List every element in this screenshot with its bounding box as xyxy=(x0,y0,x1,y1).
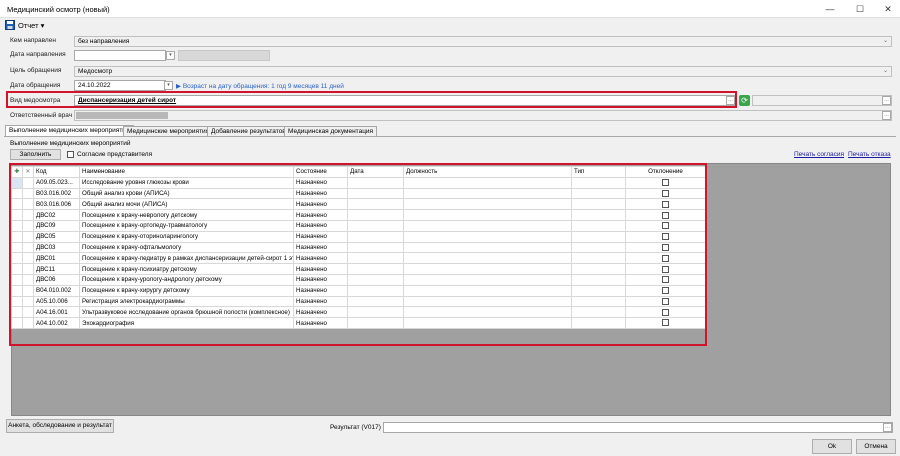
doctor-label: Ответственный врач xyxy=(10,112,73,119)
doctor-more-button[interactable]: … xyxy=(882,111,891,120)
report-menu[interactable]: Отчет ▾ xyxy=(18,21,44,30)
section-title: Выполнение медицинских мероприятий xyxy=(10,140,131,147)
window-title: Медицинский осмотр (новый) xyxy=(7,5,110,14)
extra-more-button[interactable]: … xyxy=(882,96,891,105)
tab-medical-events[interactable]: Медицинские мероприятия xyxy=(123,126,214,136)
doctor-redacted xyxy=(76,112,168,119)
tab-medical-docs[interactable]: Медицинская документация xyxy=(284,126,378,136)
table-highlight xyxy=(9,163,707,346)
visit-date-label: Дата обращения xyxy=(10,82,61,89)
minimize-button[interactable]: — xyxy=(816,0,844,18)
tab-execution[interactable]: Выполнение медицинских мероприятий xyxy=(5,125,134,136)
referred-by-value: без направления xyxy=(78,38,130,45)
visit-date-input[interactable]: 24.10.2022 xyxy=(74,80,166,91)
referral-action-button[interactable] xyxy=(178,50,270,61)
print-refusal-link[interactable]: Печать отказа xyxy=(848,151,891,158)
maximize-button[interactable]: ☐ xyxy=(846,0,874,18)
exam-type-label: Вид медосмотра xyxy=(10,97,61,104)
chevron-down-icon[interactable]: ⌄ xyxy=(881,37,890,46)
consent-checkbox[interactable] xyxy=(67,151,74,158)
referral-date-label: Дата направления xyxy=(10,51,66,58)
exam-type-extra-field xyxy=(752,95,892,106)
referral-date-input[interactable] xyxy=(74,50,166,61)
result-input[interactable] xyxy=(383,422,893,433)
chevron-down-icon[interactable]: ⌄ xyxy=(881,67,890,76)
purpose-label: Цель обращения xyxy=(10,67,62,74)
print-consent-link[interactable]: Печать согласия xyxy=(794,151,844,158)
result-label: Результат (V017) xyxy=(330,424,381,431)
more-button[interactable]: … xyxy=(726,96,735,105)
calendar-dropdown-icon[interactable]: ▾ xyxy=(164,81,173,90)
save-icon[interactable] xyxy=(5,20,15,30)
menu-bar: Отчет ▾ xyxy=(0,18,900,32)
title-bar: Медицинский осмотр (новый) — ☐ ✕ xyxy=(0,0,900,18)
tab-underline xyxy=(4,136,896,137)
result-more-button[interactable]: … xyxy=(883,423,892,432)
purpose-select[interactable]: Медосмотр xyxy=(74,66,892,77)
calendar-dropdown-icon[interactable]: ▾ xyxy=(166,51,175,60)
refresh-icon[interactable]: ⟳ xyxy=(739,95,750,106)
consent-label: Согласие представителя xyxy=(77,151,153,158)
doctor-input[interactable] xyxy=(74,110,892,121)
referred-by-select[interactable]: без направления xyxy=(74,36,892,47)
age-text: ▶ Возраст на дату обращения: 1 год 9 мес… xyxy=(176,83,344,90)
tab-add-results[interactable]: Добавление результатов xyxy=(207,126,290,136)
exam-type-input[interactable]: Диспансеризация детей сирот xyxy=(74,95,735,106)
fill-button[interactable]: Заполнить xyxy=(10,149,61,160)
close-button[interactable]: ✕ xyxy=(874,0,900,18)
cancel-button[interactable]: Отмена xyxy=(856,439,896,454)
survey-button[interactable]: Анкета, обследование и результат xyxy=(6,419,114,433)
ok-button[interactable]: Ok xyxy=(812,439,852,454)
referred-by-label: Кем направлен xyxy=(10,37,56,44)
